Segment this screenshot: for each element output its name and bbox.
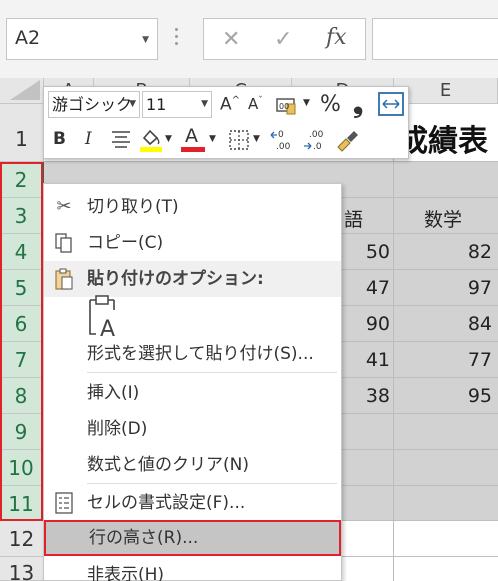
- menu-separator: [87, 483, 337, 484]
- italic-button[interactable]: I: [85, 131, 92, 148]
- menu-item-paste-special[interactable]: 形式を選択して貼り付け(S)...: [44, 336, 341, 372]
- menu-item-format-cells[interactable]: セルの書式設定(F)...: [44, 485, 341, 521]
- cell-d7[interactable]: 41: [340, 349, 390, 371]
- cell-d5[interactable]: 47: [340, 277, 390, 299]
- menu-item-label: 数式と値のクリア(N): [87, 455, 249, 475]
- wrap-text-icon[interactable]: [378, 92, 404, 120]
- menu-item-label: 削除(D): [87, 419, 148, 439]
- formula-buttons: ✕ ✓ fx: [203, 18, 366, 60]
- chevron-down-icon[interactable]: ▼: [209, 135, 216, 144]
- grow-font-letter: A: [220, 94, 232, 115]
- cell-d8[interactable]: 38: [340, 385, 390, 407]
- cell-e4[interactable]: 82: [440, 241, 492, 263]
- fill-color-icon[interactable]: [139, 127, 163, 157]
- format-painter-icon[interactable]: [334, 127, 360, 157]
- menu-item-row-height[interactable]: 行の高さ(R)...: [44, 520, 341, 556]
- menu-item-insert[interactable]: 挿入(I): [44, 375, 341, 411]
- chevron-down-icon[interactable]: ▼: [129, 92, 136, 117]
- name-box-value: A2: [15, 27, 41, 49]
- row-selection-highlight-box: [0, 162, 43, 521]
- insert-function-button[interactable]: fx: [326, 25, 347, 50]
- cell-e8[interactable]: 95: [440, 385, 492, 407]
- svg-text:0: 0: [278, 130, 284, 140]
- drag-handle-icon[interactable]: [175, 28, 179, 50]
- menu-item-label: 行の高さ(R)...: [89, 528, 199, 548]
- menu-item-label: 非表示(H): [87, 565, 165, 581]
- chevron-down-icon[interactable]: ▼: [142, 35, 149, 45]
- chevron-down-icon[interactable]: ▼: [253, 135, 260, 144]
- bold-button[interactable]: B: [53, 131, 66, 148]
- chevron-down-icon[interactable]: ▼: [201, 92, 208, 117]
- formula-bar-area: A2 ▼ ✕ ✓ fx: [0, 0, 498, 78]
- menu-item-hide[interactable]: 非表示(H): [44, 557, 341, 581]
- menu-item-label: 貼り付けのオプション:: [87, 269, 264, 289]
- menu-item-delete[interactable]: 削除(D): [44, 411, 341, 447]
- font-size-dropdown[interactable]: 11 ▼: [142, 91, 212, 118]
- menu-item-cut[interactable]: ✂ 切り取り(T): [44, 189, 341, 225]
- decrease-decimal-icon[interactable]: .00.0: [303, 127, 329, 157]
- grid-line: [44, 161, 498, 162]
- cell-d6[interactable]: 90: [340, 313, 390, 335]
- menu-item-label: セルの書式設定(F)...: [87, 493, 246, 513]
- svg-text:.0: .0: [313, 142, 322, 152]
- row-header-13[interactable]: 13: [0, 557, 44, 581]
- enter-icon[interactable]: ✓: [274, 27, 292, 52]
- sheet-title-text: 成績表: [398, 124, 488, 159]
- cell-e6[interactable]: 84: [440, 313, 492, 335]
- chevron-down-icon[interactable]: ▼: [303, 99, 310, 108]
- shrink-font-letter: A: [248, 95, 259, 113]
- column-header-e[interactable]: E: [394, 78, 498, 104]
- align-center-icon[interactable]: [110, 129, 132, 153]
- row-header-1[interactable]: 1: [0, 104, 44, 162]
- shrink-font-icon[interactable]: Aˇ: [248, 97, 263, 112]
- cell-d4[interactable]: 50: [340, 241, 390, 263]
- mini-toolbar: 游ゴシック ▼ 11 ▼ A^ Aˇ 00 ▼ % ❟ B I ▼ A ▼ ▼ …: [43, 86, 409, 159]
- row-header-12[interactable]: 12: [0, 521, 44, 557]
- menu-item-label: コピー(C): [87, 233, 164, 253]
- paste-clipboard-icon[interactable]: A: [86, 294, 126, 342]
- cancel-icon[interactable]: ✕: [222, 27, 240, 52]
- menu-item-label: 切り取り(T): [87, 197, 179, 217]
- number-format-icon[interactable]: 00: [276, 95, 300, 119]
- menu-item-clear-contents[interactable]: 数式と値のクリア(N): [44, 447, 341, 483]
- header-cell-e[interactable]: 数学: [424, 205, 462, 232]
- chevron-down-icon[interactable]: ▼: [165, 135, 172, 144]
- font-color-icon[interactable]: A: [181, 127, 205, 152]
- name-box[interactable]: A2 ▼: [6, 18, 158, 60]
- grow-font-icon[interactable]: A^: [220, 96, 240, 114]
- menu-item-copy[interactable]: コピー(C): [44, 225, 341, 261]
- context-menu: ✂ 切り取り(T) コピー(C) 貼り付けのオプション: A 形式を選択して貼り…: [43, 183, 342, 581]
- sheet-title[interactable]: 成績表: [398, 116, 488, 160]
- menu-item-paste-options: 貼り付けのオプション:: [44, 261, 341, 297]
- menu-separator: [87, 372, 337, 373]
- paste-options-icon: [50, 261, 78, 304]
- svg-text:.00: .00: [309, 130, 324, 140]
- header-cell-d[interactable]: 語: [344, 205, 363, 232]
- increase-decimal-icon[interactable]: 0.00: [270, 127, 296, 157]
- comma-style-icon[interactable]: ❟: [353, 91, 363, 117]
- font-size-value: 11: [146, 95, 167, 114]
- scissors-icon: ✂: [56, 196, 72, 217]
- borders-icon[interactable]: [228, 129, 250, 155]
- menu-item-label: 挿入(I): [87, 383, 140, 403]
- select-all-button[interactable]: [0, 78, 44, 104]
- menu-item-label: 形式を選択して貼り付け(S)...: [87, 344, 314, 364]
- font-color-letter: A: [185, 125, 198, 147]
- svg-text:00: 00: [279, 102, 289, 111]
- font-name-value: 游ゴシック: [52, 95, 133, 114]
- grid-line: [393, 104, 394, 581]
- svg-text:.00: .00: [276, 142, 291, 152]
- font-name-dropdown[interactable]: 游ゴシック ▼: [48, 91, 140, 118]
- cell-e7[interactable]: 77: [440, 349, 492, 371]
- percent-style-icon[interactable]: %: [320, 94, 341, 116]
- cell-e5[interactable]: 97: [440, 277, 492, 299]
- formula-input[interactable]: [372, 18, 498, 60]
